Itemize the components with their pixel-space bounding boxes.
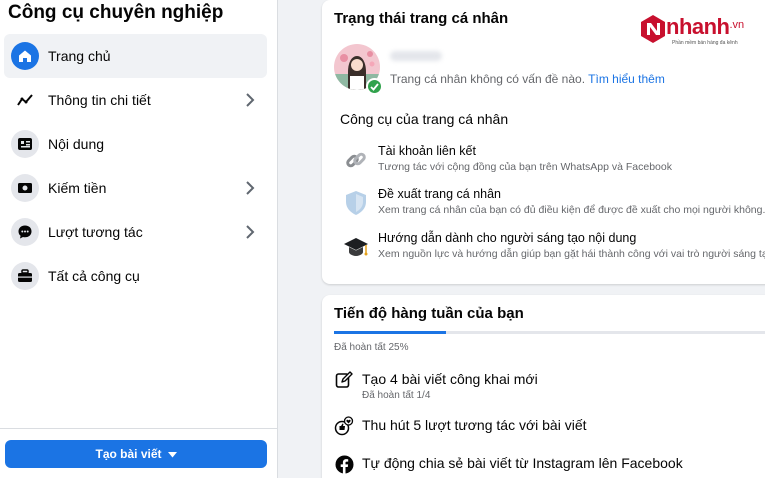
chat-icon xyxy=(11,218,39,246)
sidebar-item-insights[interactable]: Thông tin chi tiết xyxy=(4,78,267,122)
task-title: Tạo 4 bài viết công khai mới xyxy=(362,371,538,387)
sidebar-item-label: Kiếm tiền xyxy=(48,180,107,196)
toolbox-icon xyxy=(11,262,39,290)
weekly-progress-title: Tiến độ hàng tuần của bạn xyxy=(334,305,524,322)
content-icon xyxy=(11,130,39,158)
task-subtitle: Đã hoàn tất 1/4 xyxy=(362,390,431,401)
reactions-icon xyxy=(334,416,354,436)
home-icon xyxy=(11,42,39,70)
sidebar-item-label: Nội dung xyxy=(48,136,105,152)
tool-title: Tài khoản liên kết xyxy=(378,144,476,158)
tool-title: Hướng dẫn dành cho người sáng tạo nội du… xyxy=(378,231,637,245)
weekly-progress-card: Tiến độ hàng tuần của bạn Đã hoàn tất 25… xyxy=(322,295,765,478)
money-icon xyxy=(11,174,39,202)
tool-title: Đề xuất trang cá nhân xyxy=(378,187,501,201)
sidebar: Công cụ chuyên nghiệp Trang chủ Thông ti… xyxy=(0,0,278,478)
tool-profile-recommendation[interactable]: Đề xuất trang cá nhân Xem trang cá nhân … xyxy=(342,187,765,223)
shield-icon xyxy=(342,189,370,217)
logo-tagline: Phần mềm bán hàng đa kênh xyxy=(672,40,738,46)
learn-more-link[interactable]: Tìm hiểu thêm xyxy=(588,72,665,86)
sidebar-item-all-tools[interactable]: Tất cả công cụ xyxy=(4,254,267,298)
verified-check-icon xyxy=(366,78,383,95)
sidebar-item-home[interactable]: Trang chủ xyxy=(4,34,267,78)
create-post-button[interactable]: Tạo bài viết xyxy=(5,440,267,468)
caret-down-icon xyxy=(167,447,177,461)
task-title: Thu hút 5 lượt tương tác với bài viết xyxy=(362,417,587,433)
sidebar-item-label: Lượt tương tác xyxy=(48,224,143,240)
status-message: Trang cá nhân không có vấn đề nào. xyxy=(390,72,586,86)
sidebar-title: Công cụ chuyên nghiệp xyxy=(8,2,224,23)
graduation-cap-icon xyxy=(342,233,370,261)
sidebar-footer: Tạo bài viết xyxy=(0,428,278,478)
profile-name-blurred xyxy=(390,51,442,61)
sidebar-item-label: Tất cả công cụ xyxy=(48,268,140,284)
tool-description: Xem nguồn lực và hướng dẫn giúp bạn gặt … xyxy=(378,248,765,260)
tools-section-title: Công cụ của trang cá nhân xyxy=(340,111,509,127)
weekly-progress-fill xyxy=(334,331,446,334)
link-icon xyxy=(342,146,370,174)
task-title: Tự động chia sẻ bài viết từ Instagram lê… xyxy=(362,455,683,471)
sidebar-item-content[interactable]: Nội dung xyxy=(4,122,267,166)
sidebar-nav: Trang chủ Thông tin chi tiết Nội dung Ki… xyxy=(4,34,267,298)
tool-creator-guide[interactable]: Hướng dẫn dành cho người sáng tạo nội du… xyxy=(342,231,765,267)
logo-text: nhanh xyxy=(666,14,730,39)
logo-suffix: .vn xyxy=(729,19,745,31)
nhanh-logo-mark xyxy=(641,15,665,43)
weekly-progress-bar xyxy=(334,331,765,334)
profile-status-title: Trạng thái trang cá nhân xyxy=(334,10,509,27)
sidebar-item-label: Thông tin chi tiết xyxy=(48,92,151,108)
chevron-right-icon xyxy=(241,91,259,109)
insights-icon xyxy=(11,86,39,114)
edit-icon xyxy=(334,370,354,390)
chevron-right-icon xyxy=(241,223,259,241)
chevron-right-icon xyxy=(241,179,259,197)
weekly-progress-text: Đã hoàn tất 25% xyxy=(334,342,409,353)
sidebar-item-label: Trang chủ xyxy=(48,48,111,64)
create-post-label: Tạo bài viết xyxy=(95,447,162,461)
facebook-icon xyxy=(334,454,354,474)
tool-linked-accounts[interactable]: Tài khoản liên kết Tương tác với cộng đồ… xyxy=(342,144,765,180)
sidebar-item-monetization[interactable]: Kiếm tiền xyxy=(4,166,267,210)
tool-description: Xem trang cá nhân của bạn có đủ điều kiệ… xyxy=(378,204,765,216)
profile-status-card: Trạng thái trang cá nhân nhanh .vn Phần … xyxy=(322,0,765,284)
sidebar-item-engagement[interactable]: Lượt tương tác xyxy=(4,210,267,254)
tool-description: Tương tác với cộng đồng của bạn trên Wha… xyxy=(378,161,672,173)
profile-status-text: Trang cá nhân không có vấn đề nào. Tìm h… xyxy=(390,72,665,86)
